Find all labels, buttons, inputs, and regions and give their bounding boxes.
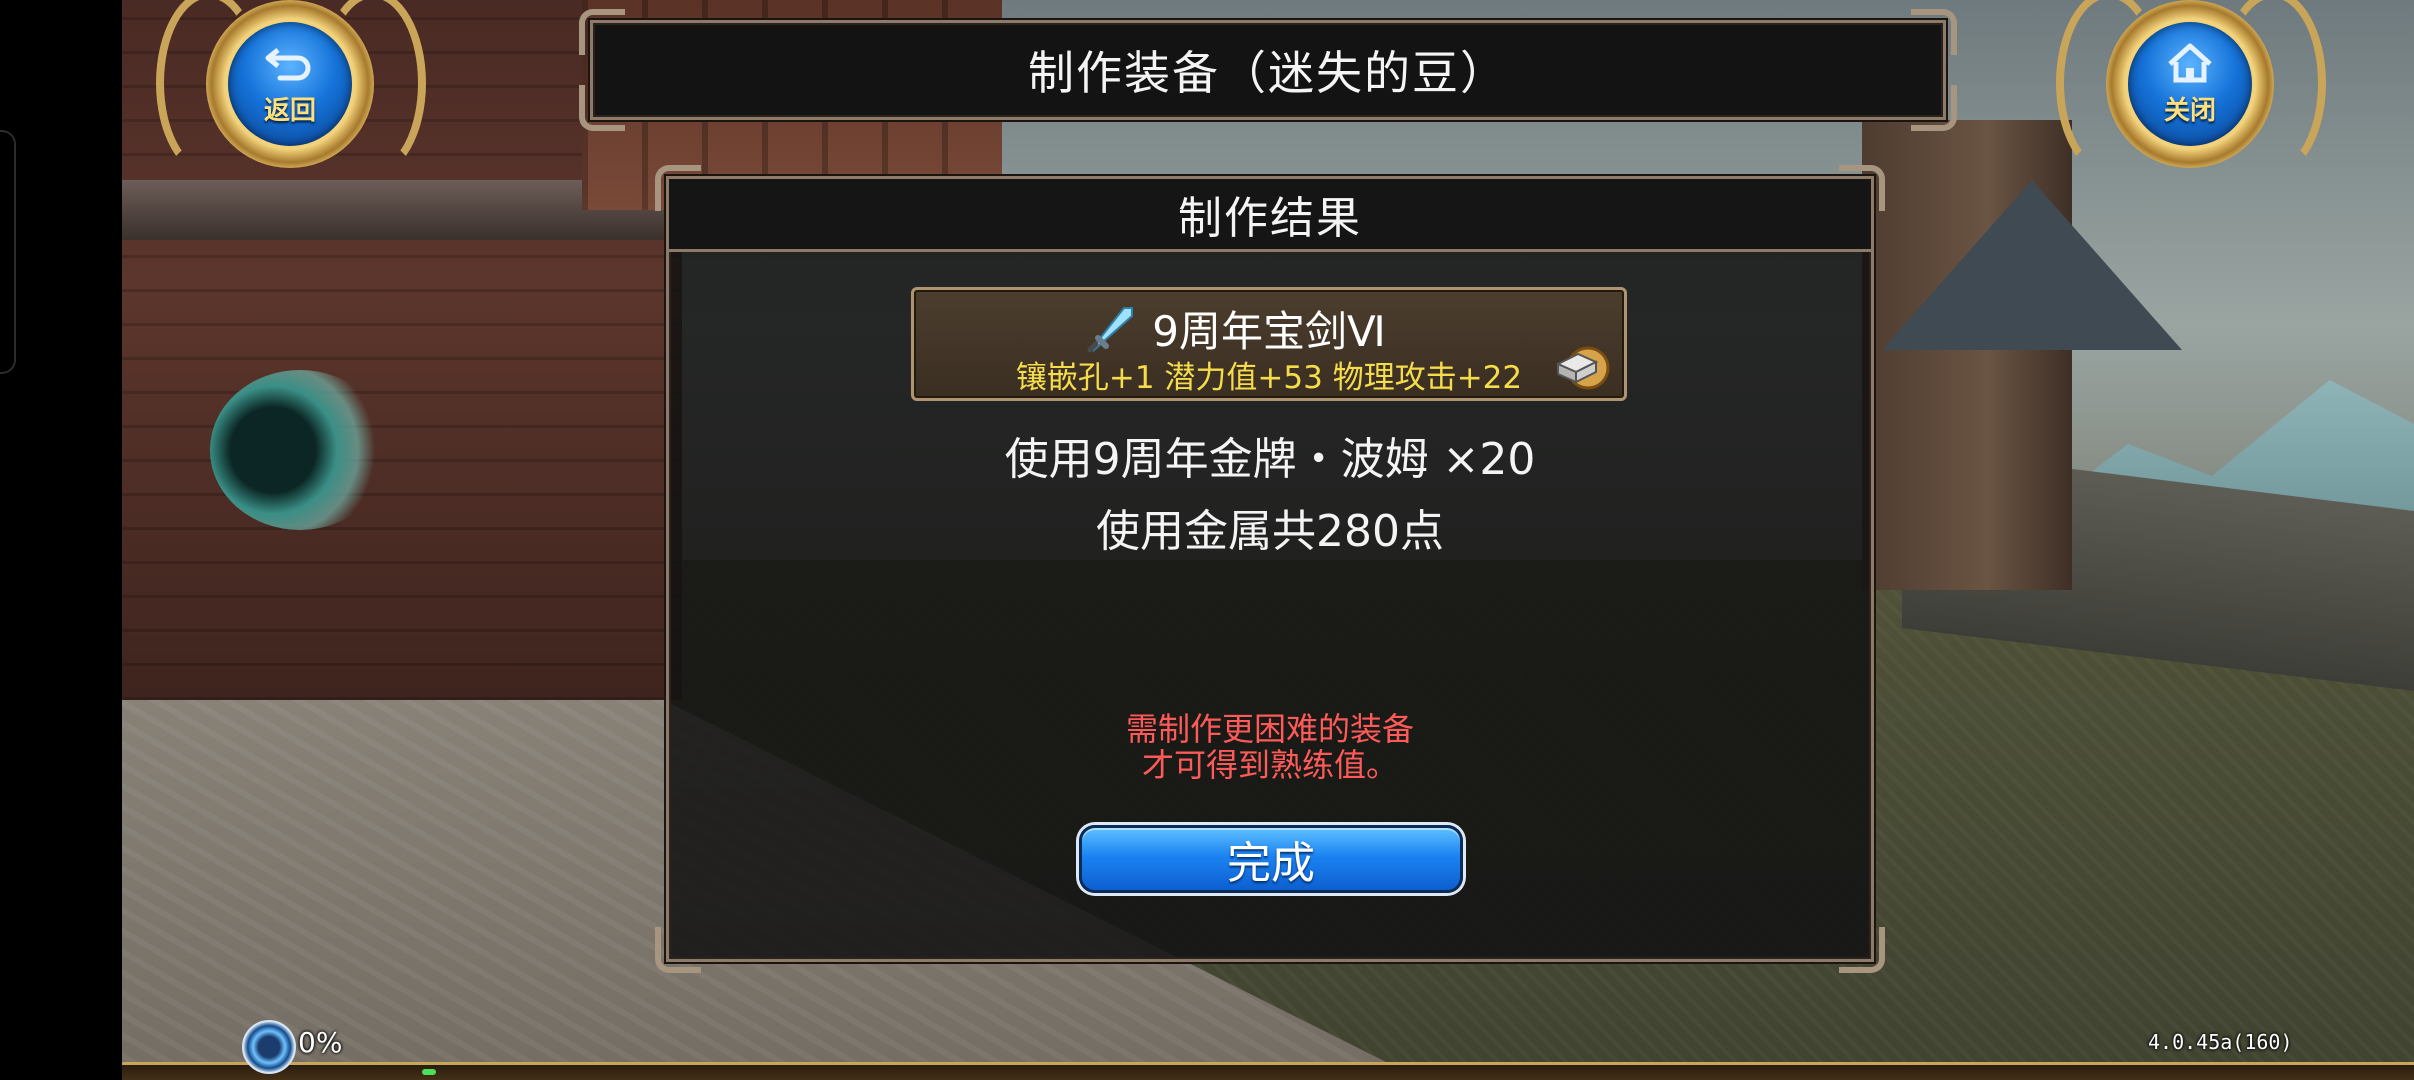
back-label: 返回 bbox=[263, 95, 316, 126]
button-disc: 返回 bbox=[228, 22, 352, 146]
warning-text-line1: 需制作更困难的装备 bbox=[1125, 710, 1414, 748]
done-button-label: 完成 bbox=[1227, 838, 1315, 889]
dialog-title: 制作结果 bbox=[1178, 193, 1362, 244]
dialog-header: 制作结果 bbox=[669, 179, 1871, 252]
craft-result-dialog: 制作结果 9周年宝剑Ⅵ 镶嵌孔+1 潜力值+53 物理攻击+22 使用9周年金牌… bbox=[655, 165, 1885, 973]
home-icon bbox=[2166, 42, 2214, 88]
done-button[interactable]: 完成 bbox=[1079, 825, 1463, 893]
exp-bar-fill bbox=[422, 1069, 436, 1075]
title-bar: 制作装备（迷失的豆） bbox=[579, 9, 1957, 131]
item-name: 9周年宝剑Ⅵ bbox=[1152, 307, 1386, 356]
game-screen: 制作装备（迷失的豆） 返回 关闭 制作结果 9周年宝剑Ⅵ 镶嵌孔+1 潜力值+5… bbox=[0, 0, 2414, 1080]
return-arrow-icon bbox=[264, 42, 316, 88]
button-disc: 关闭 bbox=[2128, 22, 2252, 146]
item-stats: 镶嵌孔+1 潜力值+53 物理攻击+22 bbox=[1015, 360, 1523, 396]
back-button[interactable]: 返回 bbox=[156, 0, 426, 190]
crafted-item-card[interactable]: 9周年宝剑Ⅵ 镶嵌孔+1 潜力值+53 物理攻击+22 bbox=[911, 287, 1627, 401]
tower-roof bbox=[1882, 180, 2182, 350]
metal-used-text: 使用金属共280点 bbox=[1096, 506, 1444, 557]
close-button[interactable]: 关闭 bbox=[2056, 0, 2326, 190]
page-title: 制作装备（迷失的豆） bbox=[1028, 46, 1508, 100]
edge-handle bbox=[0, 130, 16, 374]
frame-corner bbox=[655, 927, 701, 973]
frame-corner bbox=[579, 9, 625, 55]
exp-bar bbox=[122, 1062, 2414, 1080]
version-label: 4.0.45a(160) bbox=[2148, 1030, 2293, 1054]
exp-percent: 0% bbox=[298, 1026, 343, 1059]
frame-corner bbox=[1839, 927, 1885, 973]
materials-used-text: 使用9周年金牌・波姆 ×20 bbox=[1004, 434, 1536, 485]
frame-corner bbox=[1911, 9, 1957, 55]
frame-corner bbox=[579, 85, 625, 131]
warning-text-line2: 才可得到熟练值。 bbox=[1141, 746, 1398, 784]
exp-orb-icon bbox=[242, 1020, 296, 1074]
metal-ingot-icon bbox=[1554, 340, 1612, 392]
frame-corner bbox=[1911, 85, 1957, 131]
portal-effect bbox=[210, 370, 390, 530]
close-label: 关闭 bbox=[2163, 95, 2216, 126]
